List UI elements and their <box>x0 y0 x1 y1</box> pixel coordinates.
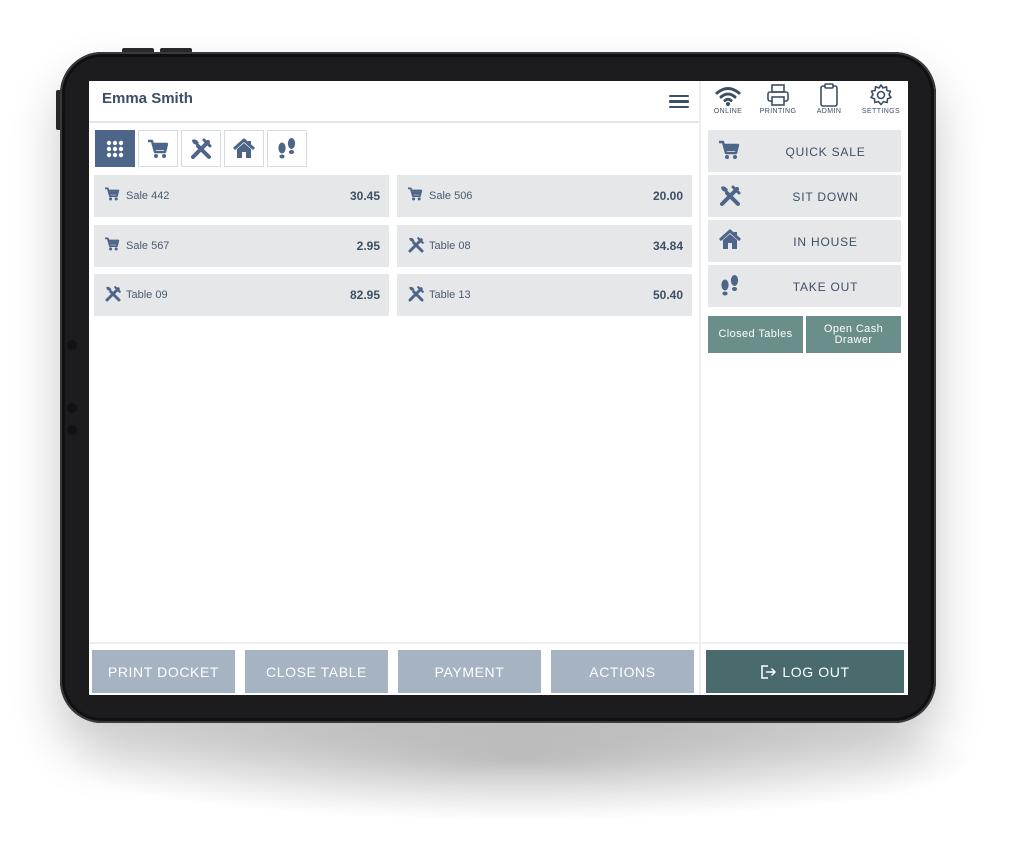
sensor-dot <box>67 425 77 435</box>
bottom-divider <box>89 642 699 644</box>
quick-sale-button[interactable]: QUICK SALE <box>708 130 901 172</box>
filter-quick-sale-button[interactable] <box>138 130 178 167</box>
grid-icon <box>106 140 124 157</box>
in-house-label: IN HOUSE <box>793 235 858 249</box>
order-tile[interactable]: Table 13 50.40 <box>397 274 692 316</box>
closed-tables-button[interactable]: Closed Tables <box>708 316 803 353</box>
order-label: Sale 442 <box>126 190 170 202</box>
order-amount: 30.45 <box>349 189 380 203</box>
cart-icon <box>408 187 423 201</box>
filter-all-button[interactable] <box>95 130 135 167</box>
logout-icon <box>761 664 777 679</box>
status-label: ONLINE <box>713 108 743 115</box>
cutlery-icon <box>105 286 121 302</box>
order-tile[interactable]: Table 09 82.95 <box>94 274 389 316</box>
sit-down-label: SIT DOWN <box>792 190 859 204</box>
footprints-icon <box>278 137 296 158</box>
order-amount: 20.00 <box>652 189 683 203</box>
order-amount: 50.40 <box>652 288 683 302</box>
filter-sit-down-button[interactable] <box>181 130 221 167</box>
status-settings[interactable]: SETTINGS <box>855 83 907 115</box>
cutlery-icon <box>408 237 424 253</box>
open-cash-drawer-button[interactable]: Open Cash Drawer <box>806 316 901 353</box>
order-label: Table 13 <box>429 289 471 301</box>
order-label: Sale 567 <box>126 240 170 252</box>
take-out-label: TAKE OUT <box>792 280 859 294</box>
order-label: Table 08 <box>429 240 471 252</box>
user-name: Emma Smith <box>102 90 193 107</box>
cart-icon <box>148 139 169 158</box>
cutlery-icon <box>408 286 424 302</box>
sensor-dot <box>67 403 77 413</box>
bottom-divider <box>701 642 908 644</box>
order-label: Sale 506 <box>429 190 473 202</box>
logout-label: LOG OUT <box>782 663 850 680</box>
in-house-button[interactable]: IN HOUSE <box>708 220 901 262</box>
cart-icon <box>105 187 120 201</box>
footprints-icon <box>721 275 739 296</box>
house-icon <box>718 229 742 249</box>
close-table-button[interactable]: CLOSE TABLE <box>245 650 388 693</box>
order-amount: 34.84 <box>652 239 683 253</box>
print-docket-button[interactable]: PRINT DOCKET <box>92 650 235 693</box>
quick-sale-label: QUICK SALE <box>785 145 866 159</box>
header-bar: Emma Smith <box>89 81 699 123</box>
clipboard-icon <box>820 83 838 107</box>
order-amount: 82.95 <box>349 288 380 302</box>
filter-in-house-button[interactable] <box>224 130 264 167</box>
hamburger-menu-icon[interactable] <box>669 92 689 110</box>
status-admin[interactable]: ADMIN <box>803 83 855 115</box>
status-label: SETTINGS <box>861 108 901 115</box>
pos-screen: Emma Smith ONLINE PRINTING ADMIN SETTING… <box>89 81 908 695</box>
wifi-icon <box>715 87 741 106</box>
order-tile[interactable]: Sale 567 2.95 <box>94 225 389 267</box>
cutlery-icon <box>720 185 741 206</box>
status-label: ADMIN <box>816 108 842 115</box>
logout-button[interactable]: LOG OUT <box>706 650 904 693</box>
house-icon <box>232 138 256 158</box>
order-amount: 2.95 <box>356 239 380 253</box>
gear-icon <box>870 84 892 106</box>
order-tile[interactable]: Sale 506 20.00 <box>397 175 692 217</box>
order-label: Table 09 <box>126 289 168 301</box>
camera-dot <box>67 340 77 350</box>
take-out-button[interactable]: TAKE OUT <box>708 265 901 307</box>
status-online[interactable]: ONLINE <box>702 83 754 115</box>
status-bar: ONLINE PRINTING ADMIN SETTINGS <box>701 81 908 121</box>
cart-icon <box>719 140 740 159</box>
actions-button[interactable]: ACTIONS <box>551 650 694 693</box>
cutlery-icon <box>191 138 212 159</box>
status-label: PRINTING <box>759 108 797 115</box>
sit-down-button[interactable]: SIT DOWN <box>708 175 901 217</box>
filter-take-out-button[interactable] <box>267 130 307 167</box>
payment-button[interactable]: PAYMENT <box>398 650 541 693</box>
order-tile[interactable]: Table 08 34.84 <box>397 225 692 267</box>
cart-icon <box>105 237 120 251</box>
order-tile[interactable]: Sale 442 30.45 <box>94 175 389 217</box>
panel-divider <box>699 81 701 695</box>
status-printing[interactable]: PRINTING <box>752 83 804 115</box>
printer-icon <box>767 84 789 106</box>
